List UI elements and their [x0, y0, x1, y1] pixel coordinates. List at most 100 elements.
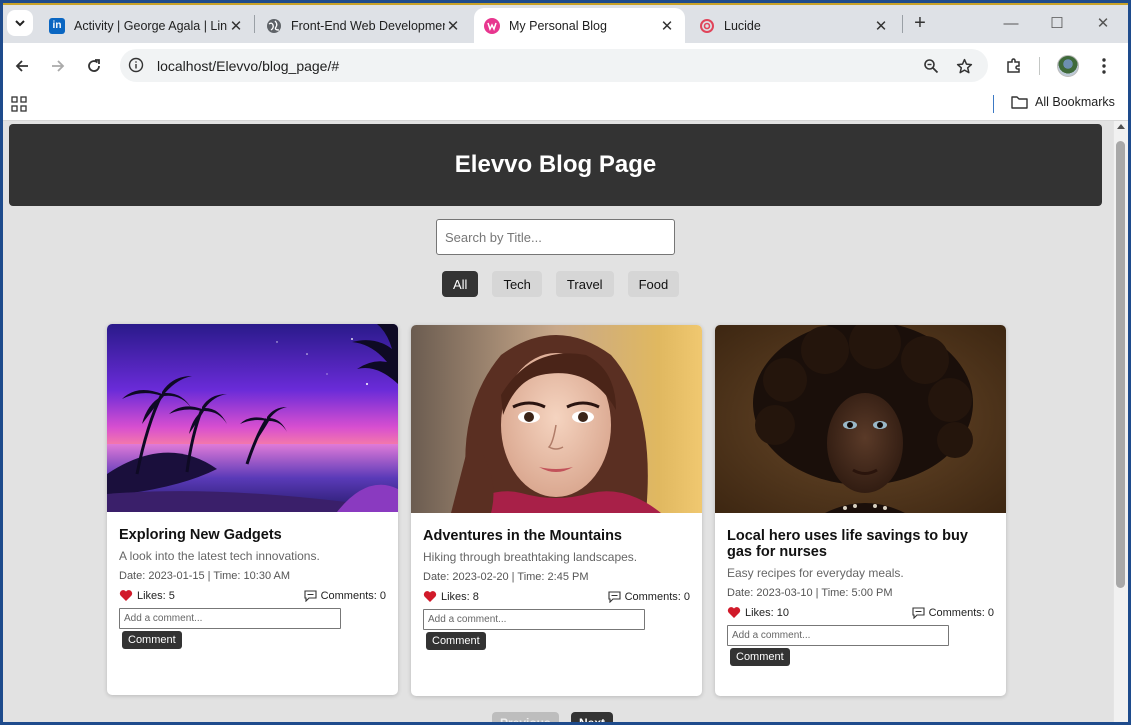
tab-divider — [254, 15, 255, 33]
reload-button[interactable] — [82, 54, 106, 78]
kebab-menu-icon — [1102, 58, 1106, 74]
post-card: Adventures in the Mountains Hiking throu… — [411, 325, 702, 696]
maximize-icon: ☐ — [1050, 15, 1064, 32]
apps-grid-icon[interactable] — [11, 96, 27, 117]
browser-menu-button[interactable] — [1093, 55, 1115, 77]
likes-count: Likes: 5 — [137, 589, 175, 602]
tab-frontend[interactable]: Front-End Web Development ✕ — [256, 8, 471, 43]
chevron-down-icon — [15, 20, 25, 27]
close-icon: ✕ — [1096, 15, 1110, 32]
likes-count: Likes: 10 — [745, 606, 790, 619]
arrow-left-icon — [15, 60, 28, 72]
minimize-button[interactable]: — — [999, 11, 1023, 35]
tab-search-button[interactable] — [7, 10, 33, 36]
tab-linkedin[interactable]: in Activity | George Agala | LinkedIn ✕ — [39, 8, 254, 43]
comments-count-label: Comments: 0 — [912, 607, 994, 619]
comments-count-label: Comments: 0 — [304, 590, 386, 602]
comments-count: Comments: 0 — [320, 589, 386, 602]
like-button[interactable]: Likes: 8 — [423, 590, 479, 603]
tab-title: Activity | George Agala | LinkedIn — [74, 18, 228, 33]
post-description: Easy recipes for everyday meals. — [727, 566, 904, 580]
comments-count: Comments: 0 — [928, 606, 994, 619]
previous-page-button[interactable]: Previous — [492, 712, 559, 722]
comments-count: Comments: 0 — [624, 590, 690, 603]
linkedin-icon: in — [49, 17, 65, 34]
all-bookmarks-button[interactable]: All Bookmarks — [1011, 95, 1115, 109]
post-title[interactable]: Adventures in the Mountains — [423, 528, 690, 544]
comment-button[interactable]: Comment — [122, 631, 182, 649]
maximize-button[interactable]: ☐ — [1045, 11, 1069, 35]
tab-my-personal-blog[interactable]: My Personal Blog ✕ — [474, 8, 685, 43]
post-description: A look into the latest tech innovations. — [119, 549, 320, 563]
comment-button[interactable]: Comment — [426, 632, 486, 650]
post-meta: Date: 2023-03-10 | Time: 5:00 PM — [727, 587, 893, 599]
browser-toolbar: localhost/Elevvo/blog_page/# — [3, 43, 1128, 88]
post-meta: Date: 2023-01-15 | Time: 10:30 AM — [119, 570, 291, 582]
close-window-button[interactable]: ✕ — [1091, 11, 1115, 35]
comment-icon — [304, 589, 317, 602]
post-description: Hiking through breathtaking landscapes. — [423, 550, 638, 564]
toolbar-divider — [1039, 57, 1040, 75]
search-input[interactable] — [436, 219, 675, 255]
next-page-button[interactable]: Next — [571, 712, 614, 722]
comments-count-label: Comments: 0 — [608, 591, 690, 603]
profile-avatar[interactable] — [1057, 55, 1079, 77]
browser-window: in Activity | George Agala | LinkedIn ✕ … — [0, 0, 1131, 725]
post-card: Local hero uses life savings to buy gas … — [715, 325, 1006, 696]
like-button[interactable]: Likes: 10 — [727, 606, 789, 619]
likes-count: Likes: 8 — [441, 590, 479, 603]
scroll-up-arrow[interactable] — [1117, 124, 1125, 129]
comment-input[interactable] — [727, 625, 949, 646]
zoom-icon[interactable] — [922, 57, 940, 75]
url-host: localhost — [157, 58, 213, 74]
filter-travel[interactable]: Travel — [555, 271, 614, 297]
filter-all[interactable]: All — [442, 271, 479, 297]
scrollbar-thumb[interactable] — [1116, 141, 1125, 588]
globe-icon — [266, 18, 282, 34]
address-bar[interactable]: localhost/Elevvo/blog_page/# — [120, 49, 988, 82]
address-url: localhost/Elevvo/blog_page/# — [157, 58, 339, 74]
bookmarks-bar: All Bookmarks — [3, 88, 1128, 121]
puzzle-icon — [1007, 58, 1020, 73]
plus-icon: + — [914, 11, 926, 34]
tab-strip: in Activity | George Agala | LinkedIn ✕ … — [3, 3, 1128, 43]
comment-input[interactable] — [119, 608, 341, 629]
post-image — [411, 325, 702, 513]
post-card: Exploring New Gadgets A look into the la… — [107, 324, 398, 695]
blog-icon — [484, 17, 500, 34]
folder-icon — [1011, 96, 1028, 109]
post-title[interactable]: Local hero uses life savings to buy gas … — [727, 528, 994, 560]
tab-lucide[interactable]: Lucide ✕ — [689, 8, 899, 43]
minimize-icon: — — [1003, 14, 1019, 32]
post-image — [107, 324, 398, 512]
page-scrollbar[interactable] — [1113, 121, 1128, 722]
close-icon[interactable]: ✕ — [659, 18, 675, 35]
all-bookmarks-label: All Bookmarks — [1035, 95, 1115, 109]
tab-divider — [902, 15, 903, 33]
page-title: Elevvo Blog Page — [454, 151, 657, 178]
close-icon[interactable]: ✕ — [445, 18, 461, 35]
tab-title: My Personal Blog — [509, 18, 607, 33]
filter-tech[interactable]: Tech — [492, 271, 542, 297]
page-viewport: Elevvo Blog Page All Tech Travel Food — [3, 121, 1113, 722]
close-icon[interactable]: ✕ — [873, 18, 889, 35]
close-icon[interactable]: ✕ — [228, 18, 244, 35]
heart-icon — [727, 607, 741, 618]
category-filters: All Tech Travel Food — [442, 271, 680, 297]
extensions-button[interactable] — [1003, 55, 1025, 77]
like-button[interactable]: Likes: 5 — [119, 589, 175, 602]
heart-icon — [119, 590, 133, 601]
comment-input[interactable] — [423, 609, 645, 630]
new-tab-button[interactable]: + — [909, 12, 931, 34]
bookmark-star-icon[interactable] — [955, 57, 973, 75]
site-info-icon[interactable] — [128, 57, 144, 78]
url-path: /Elevvo/blog_page/# — [212, 58, 340, 74]
filter-food[interactable]: Food — [627, 271, 680, 297]
arrow-right-icon — [52, 60, 65, 72]
back-button[interactable] — [10, 54, 34, 78]
bookmarks-divider — [993, 95, 994, 113]
post-title[interactable]: Exploring New Gadgets — [119, 527, 386, 543]
tab-title: Front-End Web Development — [291, 18, 445, 33]
forward-button[interactable] — [46, 54, 70, 78]
comment-button[interactable]: Comment — [730, 648, 790, 666]
